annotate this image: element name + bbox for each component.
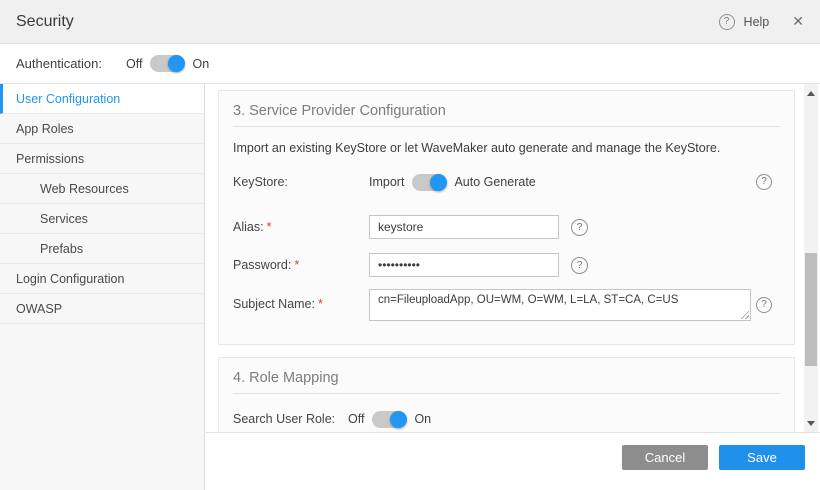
subject-name-row: Subject Name:* cn=FileuploadApp, OU=WM, …	[233, 289, 780, 321]
search-user-role-toggle-group: Off On	[348, 411, 431, 428]
sidebar-item-app-roles[interactable]: App Roles	[0, 114, 204, 144]
authentication-toggle[interactable]	[150, 55, 184, 72]
keystore-row: KeyStore: Import Auto Generate ?	[233, 173, 780, 191]
search-user-role-off-label: Off	[348, 412, 364, 426]
section-divider	[233, 126, 780, 127]
help-link[interactable]: Help	[744, 15, 770, 29]
search-user-role-toggle[interactable]	[372, 411, 406, 428]
alias-input[interactable]	[369, 215, 559, 239]
sidebar-item-label: Services	[40, 212, 88, 226]
scroll-up-arrow[interactable]	[804, 86, 818, 100]
vertical-scrollbar[interactable]	[804, 84, 818, 432]
section-role-mapping: 4. Role Mapping Search User Role: Off On	[218, 357, 795, 432]
required-asterisk: *	[318, 297, 323, 311]
subject-name-textarea[interactable]: cn=FileuploadApp, OU=WM, O=WM, L=LA, ST=…	[369, 289, 751, 321]
keystore-toggle-group: Import Auto Generate	[369, 174, 536, 191]
sidebar: User Configuration App Roles Permissions…	[0, 84, 205, 490]
help-icon[interactable]: ?	[719, 14, 735, 30]
keystore-label: KeyStore:	[233, 175, 369, 189]
titlebar: Security ? Help ✕	[0, 0, 820, 44]
toggle-knob	[168, 55, 185, 72]
section-description: Import an existing KeyStore or let WaveM…	[233, 141, 780, 155]
search-user-role-on-label: On	[414, 412, 431, 426]
search-user-role-row: Search User Role: Off On	[233, 410, 780, 428]
section-divider	[233, 393, 780, 394]
password-input[interactable]	[369, 253, 559, 277]
page-title: Security	[16, 13, 74, 31]
authentication-on-label: On	[192, 57, 209, 71]
sidebar-item-user-configuration[interactable]: User Configuration	[0, 84, 204, 114]
subject-name-field-wrap: cn=FileuploadApp, OU=WM, O=WM, L=LA, ST=…	[369, 289, 751, 321]
toggle-knob	[430, 174, 447, 191]
section-title: 4. Role Mapping	[233, 358, 780, 386]
save-button[interactable]: Save	[719, 445, 805, 470]
subject-name-label: Subject Name:*	[233, 289, 369, 311]
close-icon[interactable]: ✕	[792, 13, 804, 30]
alias-label: Alias:*	[233, 220, 369, 234]
subject-name-help-icon[interactable]: ?	[756, 297, 772, 313]
authentication-toggle-group: Off On	[126, 55, 209, 72]
content-scroll-area: 3. Service Provider Configuration Import…	[206, 84, 820, 432]
triangle-down-icon	[807, 421, 815, 426]
sidebar-item-label: Permissions	[16, 152, 84, 166]
sidebar-item-services[interactable]: Services	[0, 204, 204, 234]
password-label: Password:*	[233, 258, 369, 272]
section-service-provider-configuration: 3. Service Provider Configuration Import…	[218, 90, 795, 345]
content-panel: 3. Service Provider Configuration Import…	[206, 84, 820, 490]
sidebar-item-permissions[interactable]: Permissions	[0, 144, 204, 174]
sidebar-item-login-configuration[interactable]: Login Configuration	[0, 264, 204, 294]
dialog-footer: Cancel Save	[206, 432, 820, 490]
alias-help-icon[interactable]: ?	[571, 219, 588, 236]
toggle-knob	[390, 411, 407, 428]
cancel-button[interactable]: Cancel	[622, 445, 708, 470]
required-asterisk: *	[267, 220, 272, 234]
password-row: Password:* ?	[233, 253, 780, 277]
password-help-icon[interactable]: ?	[571, 257, 588, 274]
scroll-down-arrow[interactable]	[804, 416, 818, 430]
sidebar-item-label: Prefabs	[40, 242, 83, 256]
security-dialog: Security ? Help ✕ Authentication: Off On…	[0, 0, 820, 490]
sidebar-item-prefabs[interactable]: Prefabs	[0, 234, 204, 264]
sidebar-item-label: App Roles	[16, 122, 74, 136]
keystore-help-icon[interactable]: ?	[756, 174, 772, 190]
sidebar-item-label: OWASP	[16, 302, 62, 316]
keystore-import-label: Import	[369, 175, 404, 189]
sidebar-item-label: Web Resources	[40, 182, 129, 196]
triangle-up-icon	[807, 91, 815, 96]
alias-row: Alias:* ?	[233, 215, 780, 239]
titlebar-actions: ? Help ✕	[719, 13, 804, 30]
authentication-label: Authentication:	[16, 56, 102, 71]
section-title: 3. Service Provider Configuration	[233, 91, 780, 119]
keystore-auto-generate-label: Auto Generate	[454, 175, 535, 189]
sidebar-item-label: Login Configuration	[16, 272, 124, 286]
scrollbar-thumb[interactable]	[805, 253, 817, 366]
sidebar-item-label: User Configuration	[16, 92, 120, 106]
sidebar-item-owasp[interactable]: OWASP	[0, 294, 204, 324]
authentication-off-label: Off	[126, 57, 142, 71]
keystore-toggle[interactable]	[412, 174, 446, 191]
sidebar-item-web-resources[interactable]: Web Resources	[0, 174, 204, 204]
authentication-row: Authentication: Off On	[0, 44, 820, 84]
required-asterisk: *	[294, 258, 299, 272]
